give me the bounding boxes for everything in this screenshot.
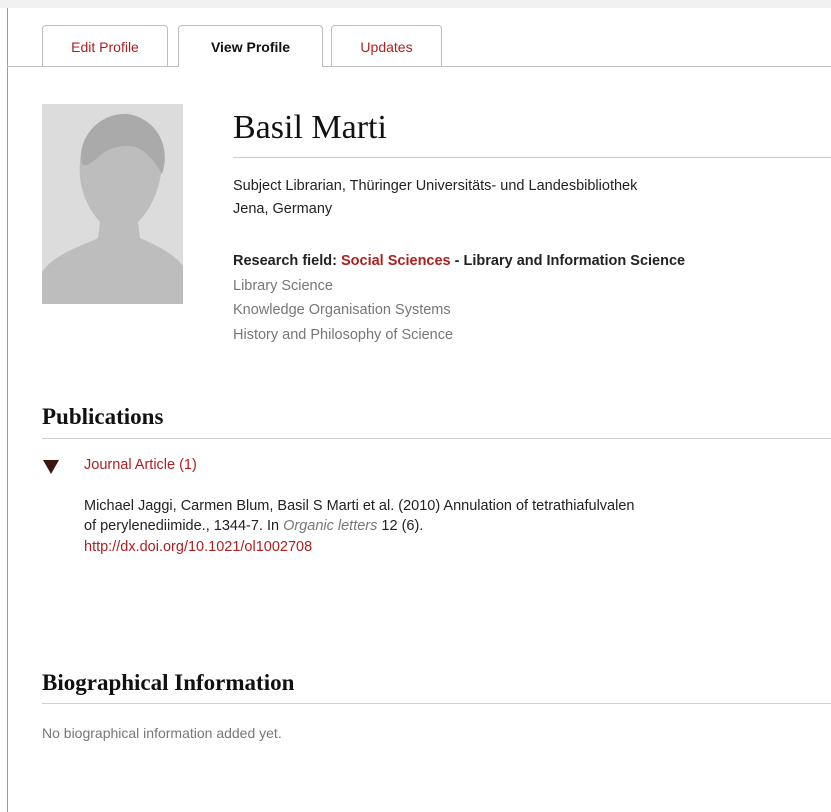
publications-divider	[42, 438, 831, 439]
research-subfield: - Library and Information Science	[450, 253, 686, 269]
bio-heading: Biographical Information	[42, 670, 295, 695]
profile-position: Subject Librarian, Thüringer Universität…	[233, 178, 638, 194]
profile-location: Jena, Germany	[233, 201, 333, 217]
tab-edit-profile[interactable]: Edit Profile	[42, 25, 168, 66]
name-divider	[233, 157, 831, 158]
avatar	[42, 104, 183, 304]
interest-item: Library Science	[233, 278, 333, 294]
journal-name: Organic letters	[283, 518, 378, 534]
research-field-label: Research field:	[233, 253, 341, 269]
tab-divider	[7, 66, 831, 67]
interest-item: Knowledge Organisation Systems	[233, 302, 451, 318]
tab-view-profile[interactable]: View Profile	[178, 25, 323, 67]
research-field-line: Research field: Social Sciences - Librar…	[233, 253, 685, 269]
publication-citation-line2: of perylenediimide., 1344-7. In Organic …	[84, 518, 424, 534]
bio-divider	[42, 703, 831, 704]
research-field-link[interactable]: Social Sciences	[341, 253, 451, 269]
person-silhouette-icon	[42, 104, 183, 304]
publication-citation: Michael Jaggi, Carmen Blum, Basil S Mart…	[84, 498, 635, 514]
top-bar	[0, 0, 831, 8]
interest-item: History and Philosophy of Science	[233, 327, 454, 343]
expand-triangle-icon[interactable]	[43, 460, 59, 474]
publications-heading: Publications	[42, 404, 164, 429]
doi-link[interactable]: http://dx.doi.org/10.1021/ol1002708	[84, 539, 312, 555]
tab-updates[interactable]: Updates	[331, 25, 442, 66]
profile-name: Basil Marti	[233, 109, 387, 146]
journal-article-toggle[interactable]: Journal Article (1)	[84, 457, 197, 473]
left-border	[7, 8, 8, 812]
bio-text: No biographical information added yet.	[42, 725, 282, 741]
